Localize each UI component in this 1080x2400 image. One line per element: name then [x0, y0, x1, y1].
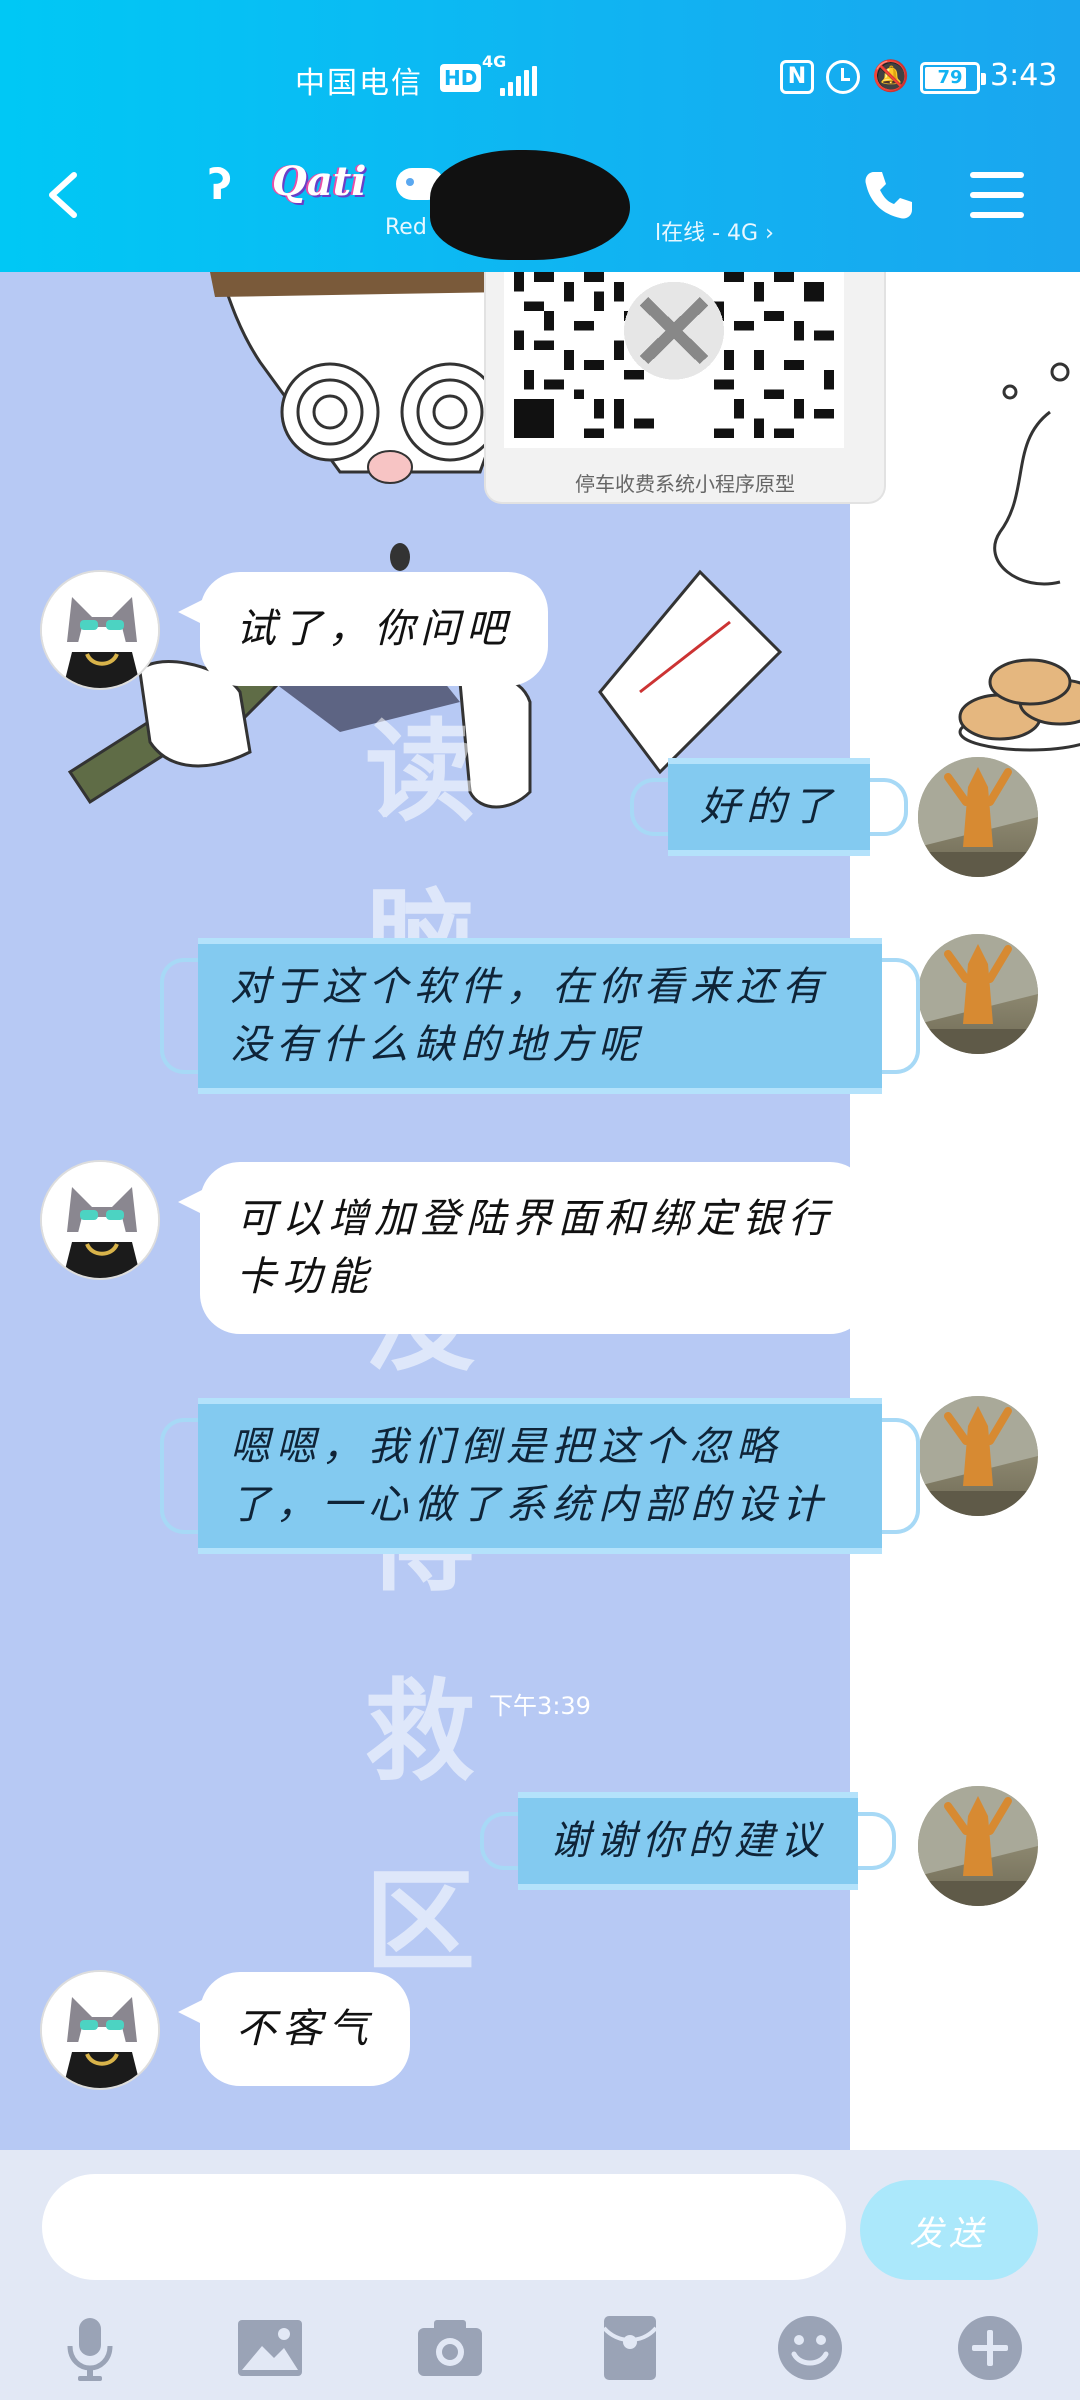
message-text: 好的了: [700, 784, 838, 830]
qr-code-image: [504, 272, 844, 448]
emoji-icon[interactable]: [774, 2312, 846, 2384]
self-avatar[interactable]: [918, 757, 1038, 877]
message-bubble-sent[interactable]: 嗯嗯，我们倒是把这个忽略了，一心做了系统内部的设计: [160, 1398, 920, 1554]
chat-area[interactable]: 读 脑 没 得 救 区: [0, 272, 1080, 2150]
contact-avatar[interactable]: [40, 1970, 160, 2090]
contact-badge-logo: Qati: [272, 158, 367, 205]
cat-avatar-icon: [42, 1162, 158, 1278]
carrier-name: 中国电信: [295, 66, 423, 101]
redacted-contact-name: [430, 150, 630, 260]
background-decor-word: 区: [365, 1858, 475, 1986]
status-time: 3:43: [990, 58, 1058, 93]
message-bubble-sent[interactable]: 谢谢你的建议: [480, 1792, 896, 1890]
status-bar: 中国电信 HD 4G N 🔕 79 3:43: [0, 50, 1080, 110]
background-decor-word: 读: [365, 708, 475, 836]
self-avatar[interactable]: [918, 934, 1038, 1054]
message-input[interactable]: [42, 2174, 846, 2280]
chat-header: ʔ Qati Red l在线 - 4G ›: [0, 140, 1080, 260]
signal-icon: [500, 66, 540, 96]
background-decor-word: 救: [365, 1668, 475, 1796]
contact-avatar[interactable]: [40, 570, 160, 690]
message-bubble-sent[interactable]: 对于这个软件，在你看来还有没有什么缺的地方呢: [160, 938, 920, 1094]
card-caption: 停车收费系统小程序原型: [575, 472, 795, 496]
message-bubble-received[interactable]: 试了，你问吧: [178, 572, 548, 686]
cat-avatar-icon: [918, 1396, 1038, 1516]
phone-call-icon[interactable]: [862, 168, 916, 222]
contact-status-prefix: Red: [385, 215, 427, 240]
message-text: 嗯嗯，我们倒是把这个忽略了，一心做了系统内部的设计: [230, 1424, 828, 1528]
microphone-icon[interactable]: [54, 2312, 126, 2384]
input-panel: 发送: [0, 2150, 1080, 2400]
back-arrow-icon[interactable]: [44, 170, 84, 220]
hearing-mode-icon[interactable]: ʔ: [208, 160, 232, 209]
alarm-icon: [826, 60, 860, 94]
top-bar: 中国电信 HD 4G N 🔕 79 3:43 ʔ Qati Red l在线 - …: [0, 0, 1080, 272]
menu-icon[interactable]: [970, 172, 1024, 218]
self-avatar[interactable]: [918, 1396, 1038, 1516]
message-text: 对于这个软件，在你看来还有没有什么缺的地方呢: [230, 964, 828, 1068]
red-packet-icon[interactable]: [594, 2312, 666, 2384]
message-text: 不客气: [236, 2006, 374, 2052]
contact-status-online: l在线 - 4G ›: [655, 221, 774, 246]
message-bubble-received[interactable]: 可以增加登陆界面和绑定银行卡功能: [178, 1162, 870, 1334]
cat-avatar-icon: [42, 1972, 158, 2088]
image-icon[interactable]: [234, 2312, 306, 2384]
contact-avatar[interactable]: [40, 1160, 160, 1280]
message-bubble-sent[interactable]: 好的了: [630, 758, 908, 856]
message-text: 试了，你问吧: [236, 606, 512, 652]
send-button[interactable]: 发送: [860, 2180, 1038, 2280]
cat-avatar-icon: [918, 1786, 1038, 1906]
message-text: 可以增加登陆界面和绑定银行卡功能: [236, 1196, 834, 1300]
cat-avatar-icon: [918, 934, 1038, 1054]
plus-icon[interactable]: [954, 2312, 1026, 2384]
hd-badge: HD: [440, 64, 482, 92]
mute-bell-icon: 🔕: [872, 59, 910, 94]
self-avatar[interactable]: [918, 1786, 1038, 1906]
shared-miniprogram-card[interactable]: 停车收费系统小程序原型: [484, 272, 886, 504]
nfc-icon: N: [780, 60, 814, 94]
battery-icon: 79: [920, 62, 986, 94]
message-timestamp: 下午3:39: [489, 1692, 591, 1720]
cat-avatar-icon: [918, 757, 1038, 877]
message-text: 谢谢你的建议: [550, 1818, 826, 1864]
message-bubble-received[interactable]: 不客气: [178, 1972, 410, 2086]
contact-status[interactable]: Red l在线 - 4G ›: [385, 215, 774, 246]
input-toolbar: [0, 2302, 1080, 2392]
camera-icon[interactable]: [414, 2312, 486, 2384]
battery-percent: 79: [937, 67, 963, 88]
cat-avatar-icon: [42, 572, 158, 688]
